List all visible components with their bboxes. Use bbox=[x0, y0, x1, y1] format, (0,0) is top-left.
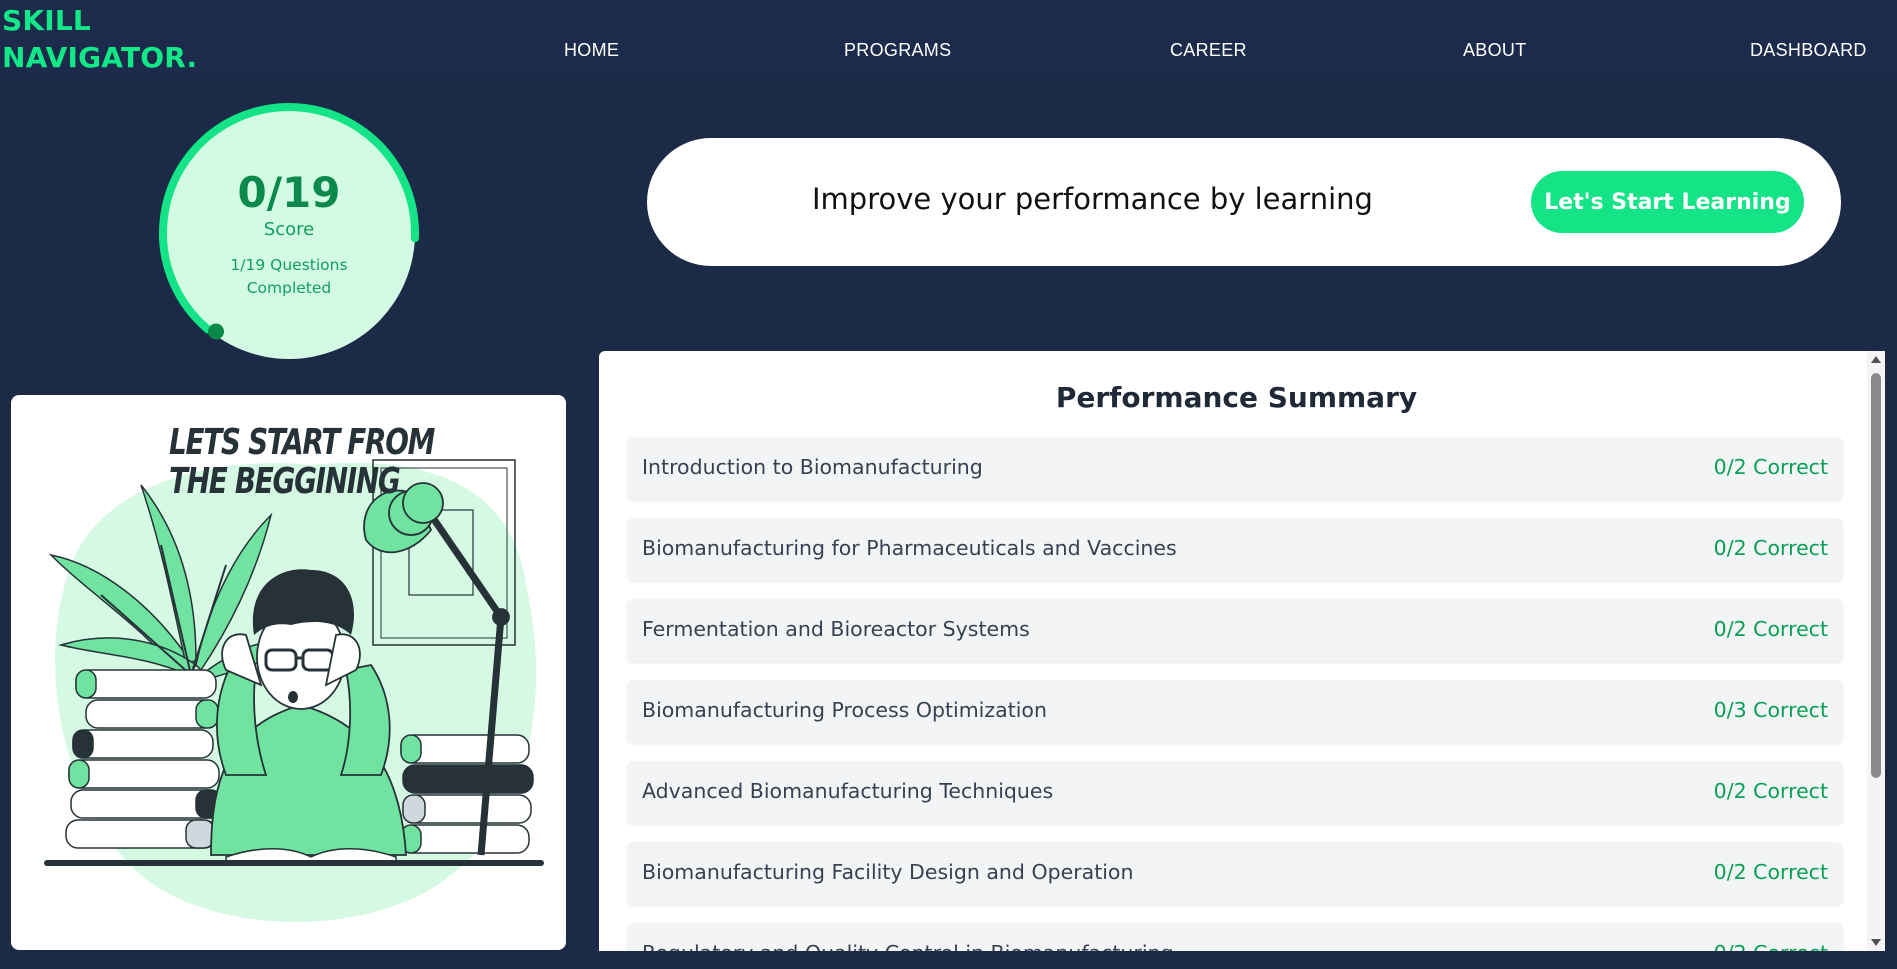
nav-about-link[interactable]: ABOUT bbox=[1463, 40, 1527, 61]
brand-logo[interactable]: SKILL NAVIGATOR. bbox=[2, 2, 197, 76]
topic-label: Fermentation and Bioreactor Systems bbox=[642, 617, 1030, 641]
start-learning-button[interactable]: Let's Start Learning bbox=[1531, 171, 1804, 233]
scroll-thumb[interactable] bbox=[1871, 373, 1881, 778]
score-progress-circle: 0/19 Score 1/19 Questions Completed bbox=[158, 102, 420, 364]
summary-row[interactable]: Fermentation and Bioreactor Systems 0/2 C… bbox=[627, 599, 1843, 661]
topic-score: 0/2 Correct bbox=[1713, 860, 1828, 884]
logo-line-1: SKILL bbox=[2, 4, 91, 37]
topic-label: Regulatory and Quality Control in Bioman… bbox=[642, 941, 1174, 951]
nav-programs-link[interactable]: PROGRAMS bbox=[844, 40, 951, 61]
topic-label: Biomanufacturing Process Optimization bbox=[642, 698, 1047, 722]
questions-completed-text: 1/19 Questions Completed bbox=[230, 256, 348, 297]
topic-score: 0/2 Correct bbox=[1713, 455, 1828, 479]
nav-career-link[interactable]: CAREER bbox=[1170, 40, 1247, 61]
summary-row[interactable]: Biomanufacturing for Pharmaceuticals and… bbox=[627, 518, 1843, 580]
illustration-title-line-2: THE BEGGINING bbox=[169, 461, 401, 502]
topic-score: 0/2 Correct bbox=[1713, 779, 1828, 803]
scroll-down-arrow-icon[interactable] bbox=[1871, 939, 1881, 946]
score-label: Score bbox=[263, 219, 315, 240]
summary-row[interactable]: Biomanufacturing Facility Design and Ope… bbox=[627, 842, 1843, 904]
score-text-block: 0/19 Score 1/19 Questions Completed bbox=[158, 102, 420, 364]
topic-score: 0/2 Correct bbox=[1713, 536, 1828, 560]
summary-row[interactable]: Biomanufacturing Process Optimization 0/3… bbox=[627, 680, 1843, 742]
topic-score: 0/3 Correct bbox=[1713, 698, 1828, 722]
illustration-title-line-1: LETS START FROM bbox=[169, 422, 435, 463]
topic-label: Advanced Biomanufacturing Techniques bbox=[642, 779, 1054, 803]
summary-list: Introduction to Biomanufacturing 0/2 Corr… bbox=[627, 437, 1843, 951]
score-value: 0/19 bbox=[237, 168, 341, 217]
learning-banner: Improve your performance by learning Let… bbox=[647, 138, 1841, 266]
logo-line-2: NAVIGATOR. bbox=[2, 41, 198, 74]
summary-row[interactable]: Regulatory and Quality Control in Bioman… bbox=[627, 923, 1843, 951]
summary-row[interactable]: Advanced Biomanufacturing Techniques 0/2 … bbox=[627, 761, 1843, 823]
nav-dashboard-link[interactable]: DASHBOARD bbox=[1750, 40, 1867, 61]
performance-summary-panel: Performance Summary Introduction to Biom… bbox=[599, 351, 1874, 951]
top-navbar: SKILL NAVIGATOR. HOME PROGRAMS CAREER AB… bbox=[0, 0, 1897, 78]
topic-score: 0/2 Correct bbox=[1713, 617, 1828, 641]
summary-scrollbar[interactable] bbox=[1867, 351, 1885, 951]
illustration-card: LETS START FROM THE BEGGINING bbox=[11, 395, 566, 950]
topic-label: Introduction to Biomanufacturing bbox=[642, 455, 983, 479]
topic-label: Biomanufacturing for Pharmaceuticals and… bbox=[642, 536, 1177, 560]
nav-home-link[interactable]: HOME bbox=[564, 40, 619, 61]
summary-row[interactable]: Introduction to Biomanufacturing 0/2 Corr… bbox=[627, 437, 1843, 499]
illustration-title: LETS START FROM THE BEGGINING bbox=[169, 422, 435, 502]
scroll-up-arrow-icon[interactable] bbox=[1871, 356, 1881, 363]
summary-title: Performance Summary bbox=[1055, 381, 1418, 414]
topic-score: 0/2 Correct bbox=[1714, 941, 1828, 951]
banner-text: Improve your performance by learning bbox=[812, 182, 1373, 216]
topic-label: Biomanufacturing Facility Design and Ope… bbox=[642, 860, 1134, 884]
